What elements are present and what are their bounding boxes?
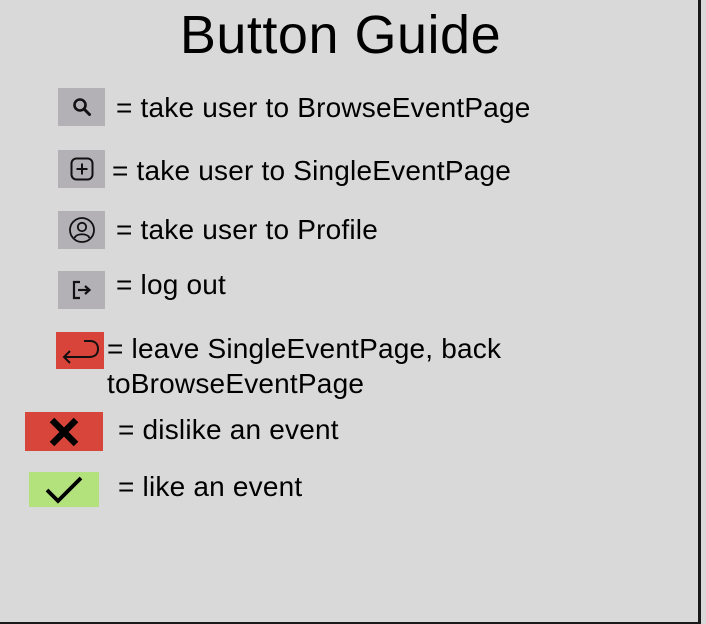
profile-legend-text: = take user to Profile <box>116 214 378 245</box>
logout-icon <box>72 280 91 300</box>
dislike-legend-text: = dislike an event <box>118 414 339 445</box>
search-legend-text: = take user to BrowseEventPage <box>116 92 531 123</box>
logout-button-sample <box>58 271 105 309</box>
add-box-icon <box>70 157 93 181</box>
add-legend-text: = take user to SingleEventPage <box>112 155 512 186</box>
logout-legend-text: = log out <box>116 269 226 300</box>
like-button-sample <box>29 472 99 507</box>
return-arrow-icon <box>62 339 100 364</box>
close-x-icon <box>49 417 79 446</box>
profile-icon <box>68 217 95 243</box>
dislike-button-sample <box>25 412 103 451</box>
search-icon <box>72 98 91 116</box>
back-button-sample <box>56 332 104 369</box>
add-button-sample <box>58 150 105 188</box>
profile-button-sample <box>58 211 105 249</box>
back-legend-text-line1: = leave SingleEventPage, back <box>107 333 502 364</box>
like-legend-text: = like an event <box>118 471 303 502</box>
checkmark-icon <box>45 476 83 504</box>
search-button-sample <box>58 88 105 126</box>
back-legend-text-line2: toBrowseEventPage <box>107 368 365 399</box>
page-title: Button Guide <box>179 5 502 65</box>
guide-panel: Button Guide = take user to BrowseEventP… <box>0 0 701 624</box>
